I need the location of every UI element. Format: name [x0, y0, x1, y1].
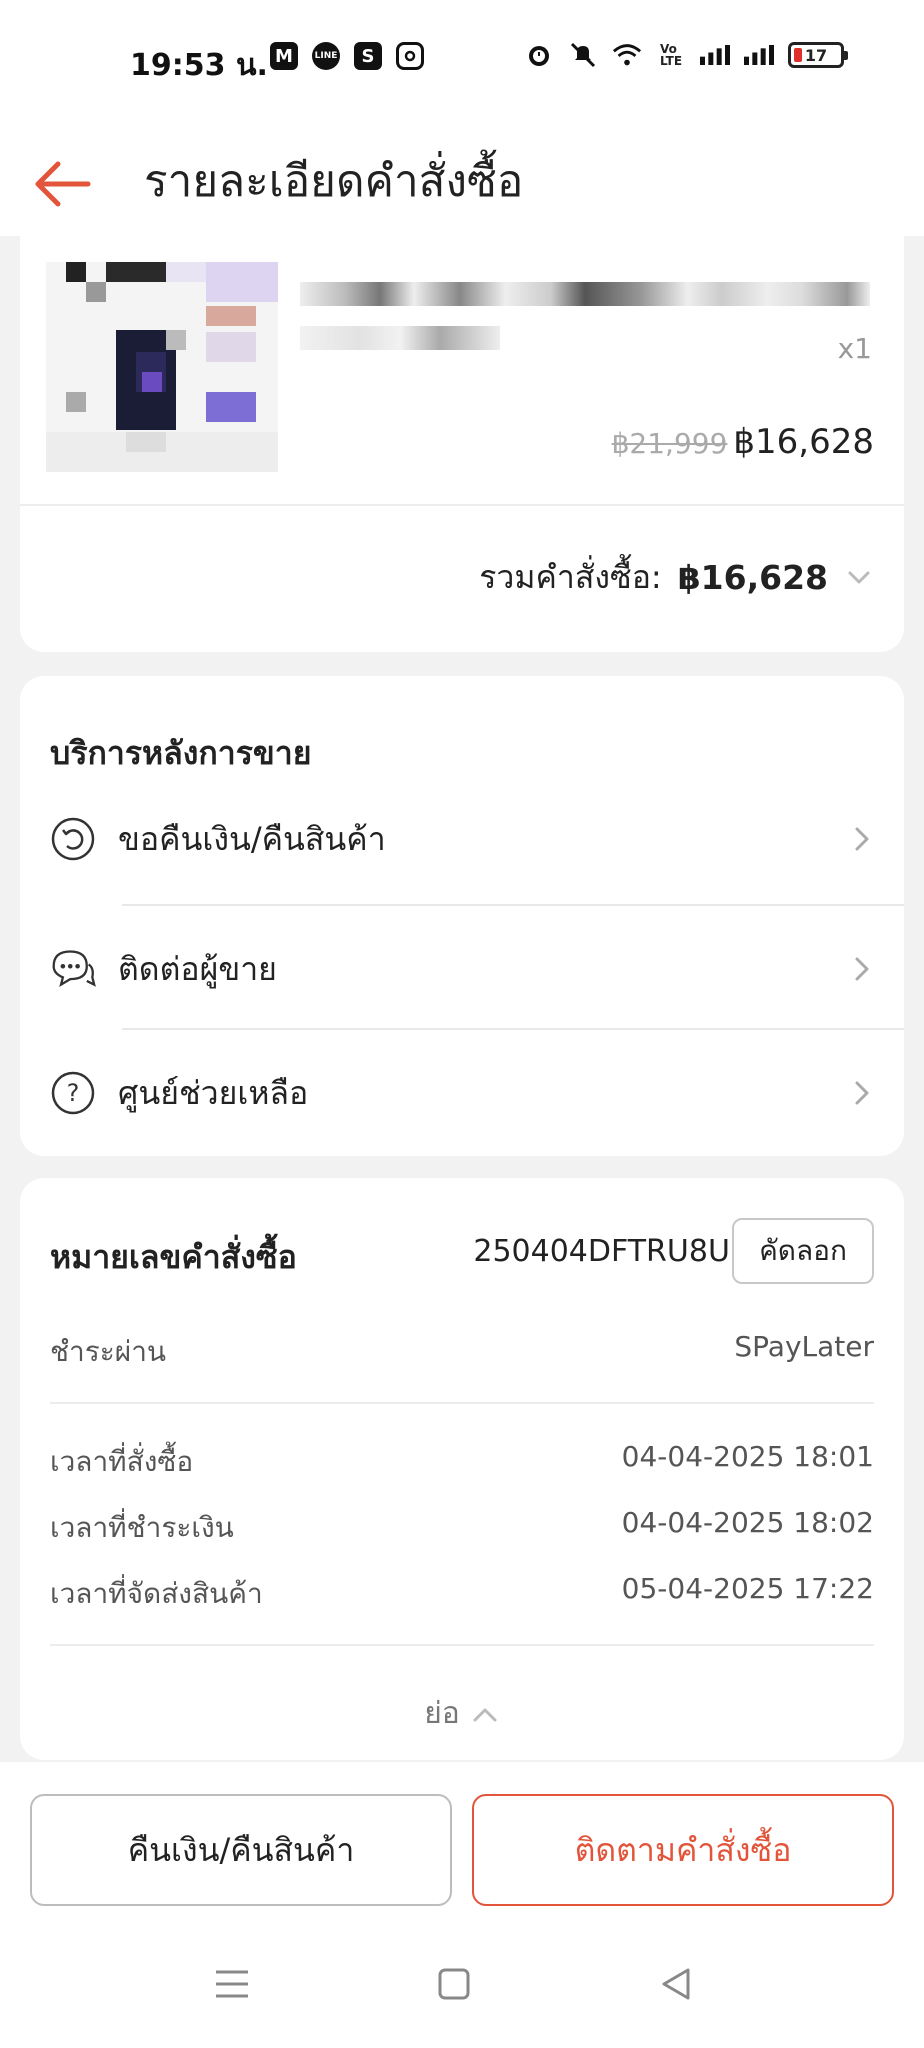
back-nav-button[interactable]: [652, 1960, 700, 2008]
order-info-card: หมายเลขคำสั่งซื้อ 250404DFTRU8UP คัดลอก …: [20, 1178, 904, 1760]
refund-request-label: ขอคืนเงิน/คืนสินค้า: [118, 819, 386, 858]
status-system-icons: Vo LTE 17: [524, 40, 848, 70]
refund-request-item[interactable]: ขอคืนเงิน/คืนสินค้า: [20, 776, 904, 902]
divider: [20, 504, 904, 506]
alarm-icon: [524, 40, 554, 70]
back-arrow-icon: [35, 161, 91, 207]
product-quantity: x1: [837, 332, 872, 365]
ship-time-label: เวลาที่จัดส่งสินค้า: [50, 1577, 263, 1610]
refund-icon: [50, 816, 96, 862]
battery-indicator: 17: [788, 42, 848, 68]
order-total-value: ฿16,628: [677, 558, 828, 597]
signal-icon: [700, 40, 730, 70]
wifi-icon: [612, 40, 642, 70]
collapse-label: ย่อ: [424, 1696, 460, 1731]
system-nav-bar: [0, 1920, 924, 2048]
order-time-row: เวลาที่สั่งซื้อ 04-04-2025 18:01: [50, 1440, 874, 1484]
refund-button[interactable]: คืนเงิน/คืนสินค้า: [30, 1794, 452, 1906]
chevron-right-icon: [842, 1073, 882, 1113]
original-price: ฿21,999: [611, 427, 728, 460]
order-number: 250404DFTRU8UP: [473, 1234, 748, 1269]
contact-seller-label: ติดต่อผู้ขาย: [118, 949, 277, 988]
ship-time-row: เวลาที่จัดส่งสินค้า 05-04-2025 17:22: [50, 1572, 874, 1616]
collapse-button[interactable]: ย่อ: [20, 1690, 904, 1737]
chevron-right-icon: [842, 949, 882, 989]
product-variant-redacted: [300, 326, 500, 350]
page-title: รายละเอียดคำสั่งซื้อ: [144, 156, 524, 207]
line-icon: LINE: [312, 42, 340, 70]
app-header: รายละเอียดคำสั่งซื้อ: [0, 118, 924, 236]
payment-method-label: ชำระผ่าน: [50, 1335, 167, 1368]
order-time-value: 04-04-2025 18:01: [621, 1440, 874, 1473]
chevron-up-icon: [473, 1708, 497, 1721]
divider: [50, 1644, 874, 1646]
instagram-icon: [396, 42, 424, 70]
divider: [50, 1402, 874, 1404]
menu-nav-button[interactable]: [208, 1960, 256, 2008]
battery-level: 17: [804, 45, 828, 65]
shopee-icon: S: [354, 42, 382, 70]
status-bar: 19:53 น. M LINE S Vo LTE 17: [0, 0, 924, 118]
after-sales-card: บริการหลังการขาย ขอคืนเงิน/คืนสินค้า ติด…: [20, 676, 904, 1156]
payment-method-row: ชำระผ่าน SPayLater: [50, 1330, 874, 1374]
menu-icon: [216, 1970, 248, 1998]
payment-time-value: 04-04-2025 18:02: [621, 1506, 874, 1539]
product-card: x1 ฿21,999 ฿16,628 รวมคำสั่งซื้อ: ฿16,62…: [20, 236, 904, 652]
track-order-button[interactable]: ติดตามคำสั่งซื้อ: [472, 1794, 894, 1906]
chevron-down-icon: [848, 571, 870, 583]
help-center-label: ศูนย์ช่วยเหลือ: [118, 1073, 309, 1112]
help-icon: ?: [50, 1070, 96, 1116]
chevron-right-icon: [842, 819, 882, 859]
bottom-action-bar: คืนเงิน/คืนสินค้า ติดตามคำสั่งซื้อ: [0, 1762, 924, 1920]
sale-price: ฿16,628: [733, 422, 874, 462]
payment-time-row: เวลาที่ชำระเงิน 04-04-2025 18:02: [50, 1506, 874, 1550]
gmail-icon: M: [270, 42, 298, 70]
mute-icon: [568, 40, 598, 70]
order-time-label: เวลาที่สั่งซื้อ: [50, 1445, 194, 1478]
home-square-icon: [438, 1968, 470, 2000]
help-center-item[interactable]: ? ศูนย์ช่วยเหลือ: [20, 1030, 904, 1156]
price-row: ฿21,999 ฿16,628: [612, 422, 874, 462]
signal-icon-2: [744, 40, 774, 70]
status-time: 19:53 น.: [130, 48, 268, 83]
back-button[interactable]: [30, 138, 100, 208]
payment-time-label: เวลาที่ชำระเงิน: [50, 1511, 234, 1544]
volte-icon: Vo LTE: [659, 42, 683, 68]
product-thumbnail[interactable]: [46, 262, 278, 472]
chat-icon: [50, 946, 96, 992]
contact-seller-item[interactable]: ติดต่อผู้ขาย: [20, 906, 904, 1032]
order-total-label: รวมคำสั่งซื้อ:: [479, 558, 662, 596]
ship-time-value: 05-04-2025 17:22: [621, 1572, 874, 1605]
copy-button[interactable]: คัดลอก: [732, 1218, 874, 1284]
home-nav-button[interactable]: [430, 1960, 478, 2008]
order-number-title: หมายเลขคำสั่งซื้อ: [50, 1238, 297, 1276]
back-triangle-icon: [662, 1968, 690, 2000]
order-total-row[interactable]: รวมคำสั่งซื้อ: ฿16,628: [479, 552, 874, 603]
product-name-redacted: [300, 282, 870, 306]
svg-text:?: ?: [67, 1079, 80, 1107]
after-sales-title: บริการหลังการขาย: [50, 734, 312, 772]
status-app-icons: M LINE S: [270, 42, 424, 70]
payment-method-value: SPayLater: [734, 1330, 874, 1363]
